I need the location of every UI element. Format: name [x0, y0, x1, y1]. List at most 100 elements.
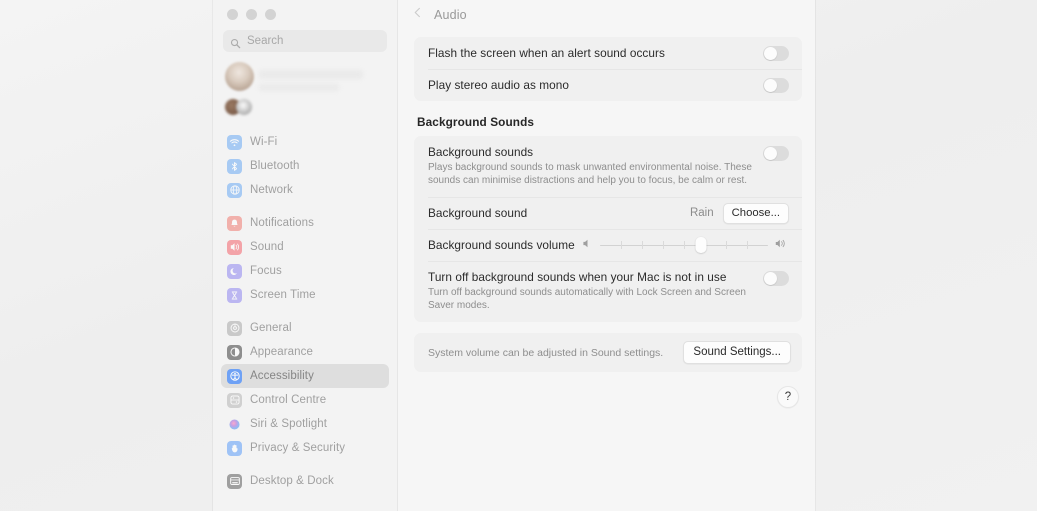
- detail-pane: Audio Flash the screen when an alert sou…: [398, 0, 815, 511]
- zoom-window-button[interactable]: [265, 9, 276, 20]
- bluetooth-icon: [227, 158, 242, 174]
- sidebar-item-accessibility[interactable]: Accessibility: [221, 364, 389, 388]
- slider-track-area[interactable]: [600, 237, 768, 253]
- sidebar-item-focus[interactable]: Focus: [221, 259, 389, 283]
- window-traffic-lights: [213, 0, 397, 22]
- row-background-sounds-volume[interactable]: Background sounds volume: [414, 229, 802, 261]
- slider-tick: [747, 241, 748, 249]
- stereo-as-mono-toggle[interactable]: [763, 77, 789, 93]
- background-sounds-toggle[interactable]: [763, 146, 789, 161]
- row-turn-off-when-not-in-use[interactable]: Turn off background sounds when your Mac…: [414, 261, 802, 322]
- row-title: Background sounds volume: [428, 238, 575, 252]
- sidebar-group-0: Wi-Fi Bluetooth Network: [213, 130, 397, 202]
- sidebar-item-siri-spotlight[interactable]: Siri & Spotlight: [221, 412, 389, 436]
- back-button[interactable]: [408, 5, 426, 25]
- row-play-stereo-as-mono[interactable]: Play stereo audio as mono: [414, 69, 802, 101]
- sidebar-item-label: Desktop & Dock: [250, 475, 334, 487]
- volume-slider[interactable]: [582, 236, 789, 254]
- row-text: Background sound: [428, 206, 690, 220]
- sidebar-item-label: Notifications: [250, 217, 314, 229]
- sidebar-item-control-centre[interactable]: Control Centre: [221, 388, 389, 412]
- system-volume-note: System volume can be adjusted in Sound s…: [428, 346, 664, 359]
- turn-off-when-idle-toggle[interactable]: [763, 271, 789, 286]
- speaker-icon: [227, 239, 242, 255]
- sound-settings-card: System volume can be adjusted in Sound s…: [414, 333, 802, 372]
- speaker-high-icon: [775, 236, 789, 254]
- row-title: Flash the screen when an alert sound occ…: [428, 46, 665, 60]
- background-sounds-card: Background sounds Plays background sound…: [414, 136, 802, 322]
- row-text: Background sounds Plays background sound…: [428, 145, 753, 187]
- accessibility-icon: [227, 368, 242, 384]
- toggle-knob: [764, 46, 777, 60]
- avatar: [225, 62, 254, 91]
- sidebar-item-sound[interactable]: Sound: [221, 235, 389, 259]
- search-icon: [230, 36, 241, 48]
- system-settings-window: Wi-Fi Bluetooth Network Notifications Sound F…: [213, 0, 815, 511]
- sidebar-item-label: Privacy & Security: [250, 442, 346, 454]
- sidebar-item-screen-time[interactable]: Screen Time: [221, 283, 389, 307]
- slider-knob[interactable]: [695, 237, 707, 253]
- sidebar-item-general[interactable]: General: [221, 316, 389, 340]
- sidebar: Wi-Fi Bluetooth Network Notifications Sound F…: [213, 0, 398, 511]
- row-subtitle: Plays background sounds to mask unwanted…: [428, 162, 752, 186]
- family-avatars[interactable]: [225, 99, 387, 115]
- row-title: Play stereo audio as mono: [428, 78, 569, 92]
- sidebar-item-label: Control Centre: [250, 394, 327, 406]
- sidebar-item-bluetooth[interactable]: Bluetooth: [221, 154, 389, 178]
- minimize-window-button[interactable]: [246, 9, 257, 20]
- sidebar-item-label: Screen Time: [250, 289, 316, 301]
- detail-header: Audio: [398, 0, 815, 30]
- flash-screen-toggle[interactable]: [763, 45, 789, 61]
- wifi-icon: [227, 134, 242, 150]
- gear-icon: [227, 320, 242, 336]
- row-text: Background sounds volume: [428, 238, 582, 252]
- row-background-sound-choice[interactable]: Background sound Rain Choose...: [414, 197, 802, 229]
- sidebar-item-desktop-dock[interactable]: Desktop & Dock: [221, 469, 389, 493]
- row-flash-screen-alert[interactable]: Flash the screen when an alert sound occ…: [414, 37, 802, 69]
- network-globe-icon: [227, 182, 242, 198]
- sidebar-item-label: Network: [250, 184, 293, 196]
- slider-tick: [642, 241, 643, 249]
- search-input[interactable]: [247, 35, 380, 47]
- privacy-hand-icon: [227, 440, 242, 456]
- sidebar-item-label: Siri & Spotlight: [250, 418, 328, 430]
- toggle-knob: [764, 272, 777, 285]
- sidebar-item-wi-fi[interactable]: Wi-Fi: [221, 130, 389, 154]
- section-title-background-sounds: Background Sounds: [417, 115, 535, 129]
- slider-tick: [684, 241, 685, 249]
- desktop-dock-icon: [227, 473, 242, 489]
- account-row[interactable]: [213, 62, 397, 124]
- audio-options-card: Flash the screen when an alert sound occ…: [414, 37, 802, 101]
- slider-tick: [726, 241, 727, 249]
- control-centre-icon: [227, 392, 242, 408]
- sidebar-item-privacy-security[interactable]: Privacy & Security: [221, 436, 389, 460]
- speaker-low-icon: [582, 236, 593, 254]
- sidebar-nav: Wi-Fi Bluetooth Network Notifications Sound F…: [213, 130, 397, 493]
- page-title: Audio: [434, 8, 467, 22]
- hourglass-icon: [227, 287, 242, 303]
- background-sound-value: Rain: [689, 207, 714, 219]
- detail-body: Flash the screen when an alert sound occ…: [398, 30, 815, 372]
- row-background-sounds[interactable]: Background sounds Plays background sound…: [414, 136, 802, 197]
- sidebar-item-label: Bluetooth: [250, 160, 300, 172]
- sidebar-item-label: Wi-Fi: [250, 136, 278, 148]
- row-text: Flash the screen when an alert sound occ…: [428, 46, 753, 60]
- moon-icon: [227, 263, 242, 279]
- chevron-left-icon: [413, 6, 422, 24]
- sidebar-group-1: Notifications Sound Focus Screen Time: [213, 211, 397, 307]
- family-avatar-2: [236, 99, 252, 115]
- sidebar-item-appearance[interactable]: Appearance: [221, 340, 389, 364]
- sidebar-search[interactable]: [223, 30, 387, 52]
- sidebar-item-notifications[interactable]: Notifications: [221, 211, 389, 235]
- sidebar-item-network[interactable]: Network: [221, 178, 389, 202]
- choose-sound-button[interactable]: Choose...: [722, 202, 789, 224]
- close-window-button[interactable]: [227, 9, 238, 20]
- sidebar-item-label: Focus: [250, 265, 282, 277]
- sound-settings-button[interactable]: Sound Settings...: [683, 341, 791, 364]
- toggle-knob: [764, 147, 777, 160]
- row-title: Turn off background sounds when your Mac…: [428, 270, 727, 284]
- slider-tick: [621, 241, 622, 249]
- toggle-knob: [764, 78, 777, 92]
- help-button[interactable]: ?: [777, 386, 799, 408]
- row-text: Turn off background sounds when your Mac…: [428, 270, 753, 312]
